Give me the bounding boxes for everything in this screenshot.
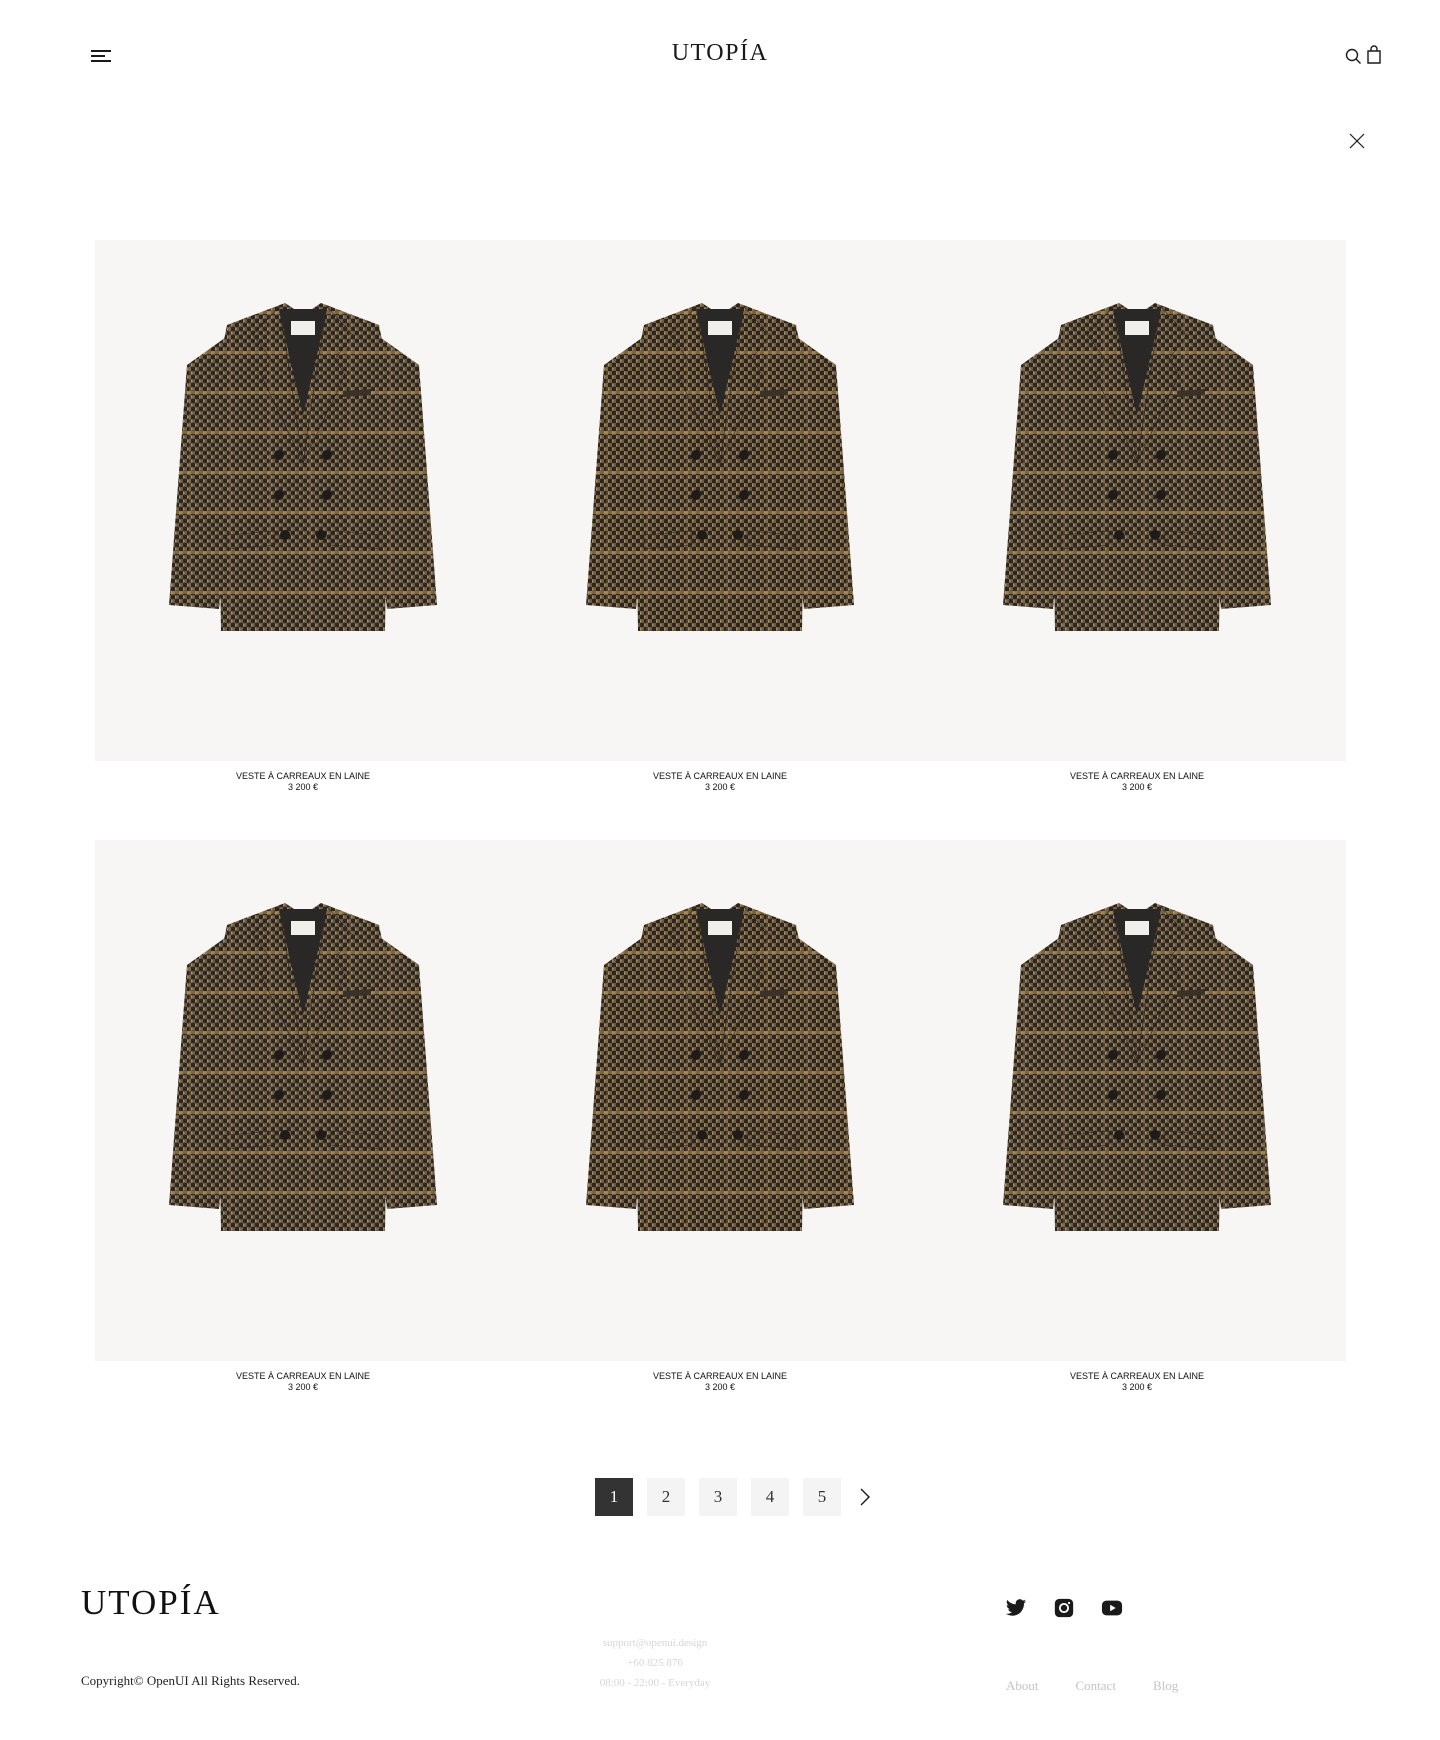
product-name: VESTE À CARREAUX EN LAINE xyxy=(235,771,371,781)
product-card[interactable]: VESTE À CARREAUX EN LAINE 3 200 € xyxy=(512,840,928,1393)
product-card[interactable]: VESTE À CARREAUX EN LAINE 3 200 € xyxy=(929,240,1345,793)
twitter-icon[interactable] xyxy=(1005,1597,1027,1619)
close-icon[interactable] xyxy=(1347,131,1367,151)
footer-link-blog[interactable]: Blog xyxy=(1153,1678,1178,1694)
menu-icon-line xyxy=(91,55,105,57)
footer-link-about[interactable]: About xyxy=(1006,1678,1039,1694)
social-links xyxy=(1005,1597,1123,1619)
product-name: VESTE À CARREAUX EN LAINE xyxy=(1069,771,1205,781)
product-price: 3 200 € xyxy=(287,782,319,792)
contact-info: support@openui.design +60 825 876 08:00 … xyxy=(560,1633,750,1693)
contact-hours: 08:00 - 22:00 - Everyday xyxy=(599,1677,711,1689)
menu-icon-line xyxy=(91,60,111,62)
page-1-button[interactable]: 1 xyxy=(595,1478,633,1516)
product-price: 3 200 € xyxy=(1121,782,1153,792)
menu-button[interactable] xyxy=(91,48,111,64)
product-image[interactable] xyxy=(512,840,928,1361)
product-price: 3 200 € xyxy=(704,782,736,792)
footer-link-contact[interactable]: Contact xyxy=(1076,1678,1116,1694)
page-4-button[interactable]: 4 xyxy=(751,1478,789,1516)
product-card[interactable]: VESTE À CARREAUX EN LAINE 3 200 € xyxy=(95,840,511,1393)
search-icon[interactable] xyxy=(1345,48,1362,65)
product-name: VESTE À CARREAUX EN LAINE xyxy=(652,1371,788,1381)
chevron-right-icon[interactable] xyxy=(855,1478,875,1516)
product-card[interactable]: VESTE À CARREAUX EN LAINE 3 200 € xyxy=(95,240,511,793)
product-name: VESTE À CARREAUX EN LAINE xyxy=(1069,1371,1205,1381)
page-3-button[interactable]: 3 xyxy=(699,1478,737,1516)
footer-logo[interactable]: UTOPÍA xyxy=(81,1583,221,1623)
page-5-button[interactable]: 5 xyxy=(803,1478,841,1516)
product-price: 3 200 € xyxy=(1121,1382,1153,1392)
menu-icon-line xyxy=(91,50,111,52)
instagram-icon[interactable] xyxy=(1053,1597,1075,1619)
product-image[interactable] xyxy=(929,840,1345,1361)
contact-email[interactable]: support@openui.design xyxy=(560,1633,750,1653)
copyright-text: Copyright© OpenUI All Rights Reserved. xyxy=(81,1673,300,1688)
product-price: 3 200 € xyxy=(704,1382,736,1392)
product-image[interactable] xyxy=(95,840,511,1361)
product-name: VESTE À CARREAUX EN LAINE xyxy=(652,771,788,781)
site-logo[interactable]: UTOPÍA xyxy=(620,40,820,67)
footer-links: About Contact Blog xyxy=(1006,1678,1178,1694)
youtube-icon[interactable] xyxy=(1101,1597,1123,1619)
product-image[interactable] xyxy=(512,240,928,761)
pagination: 1 2 3 4 5 xyxy=(595,1478,875,1516)
product-card[interactable]: VESTE À CARREAUX EN LAINE 3 200 € xyxy=(929,840,1345,1393)
bag-icon[interactable] xyxy=(1366,45,1382,64)
product-image[interactable] xyxy=(929,240,1345,761)
product-image[interactable] xyxy=(95,240,511,761)
contact-phone[interactable]: +60 825 876 xyxy=(560,1653,750,1673)
product-price: 3 200 € xyxy=(287,1382,319,1392)
product-name: VESTE À CARREAUX EN LAINE xyxy=(235,1371,371,1381)
page-2-button[interactable]: 2 xyxy=(647,1478,685,1516)
product-card[interactable]: VESTE À CARREAUX EN LAINE 3 200 € xyxy=(512,240,928,793)
